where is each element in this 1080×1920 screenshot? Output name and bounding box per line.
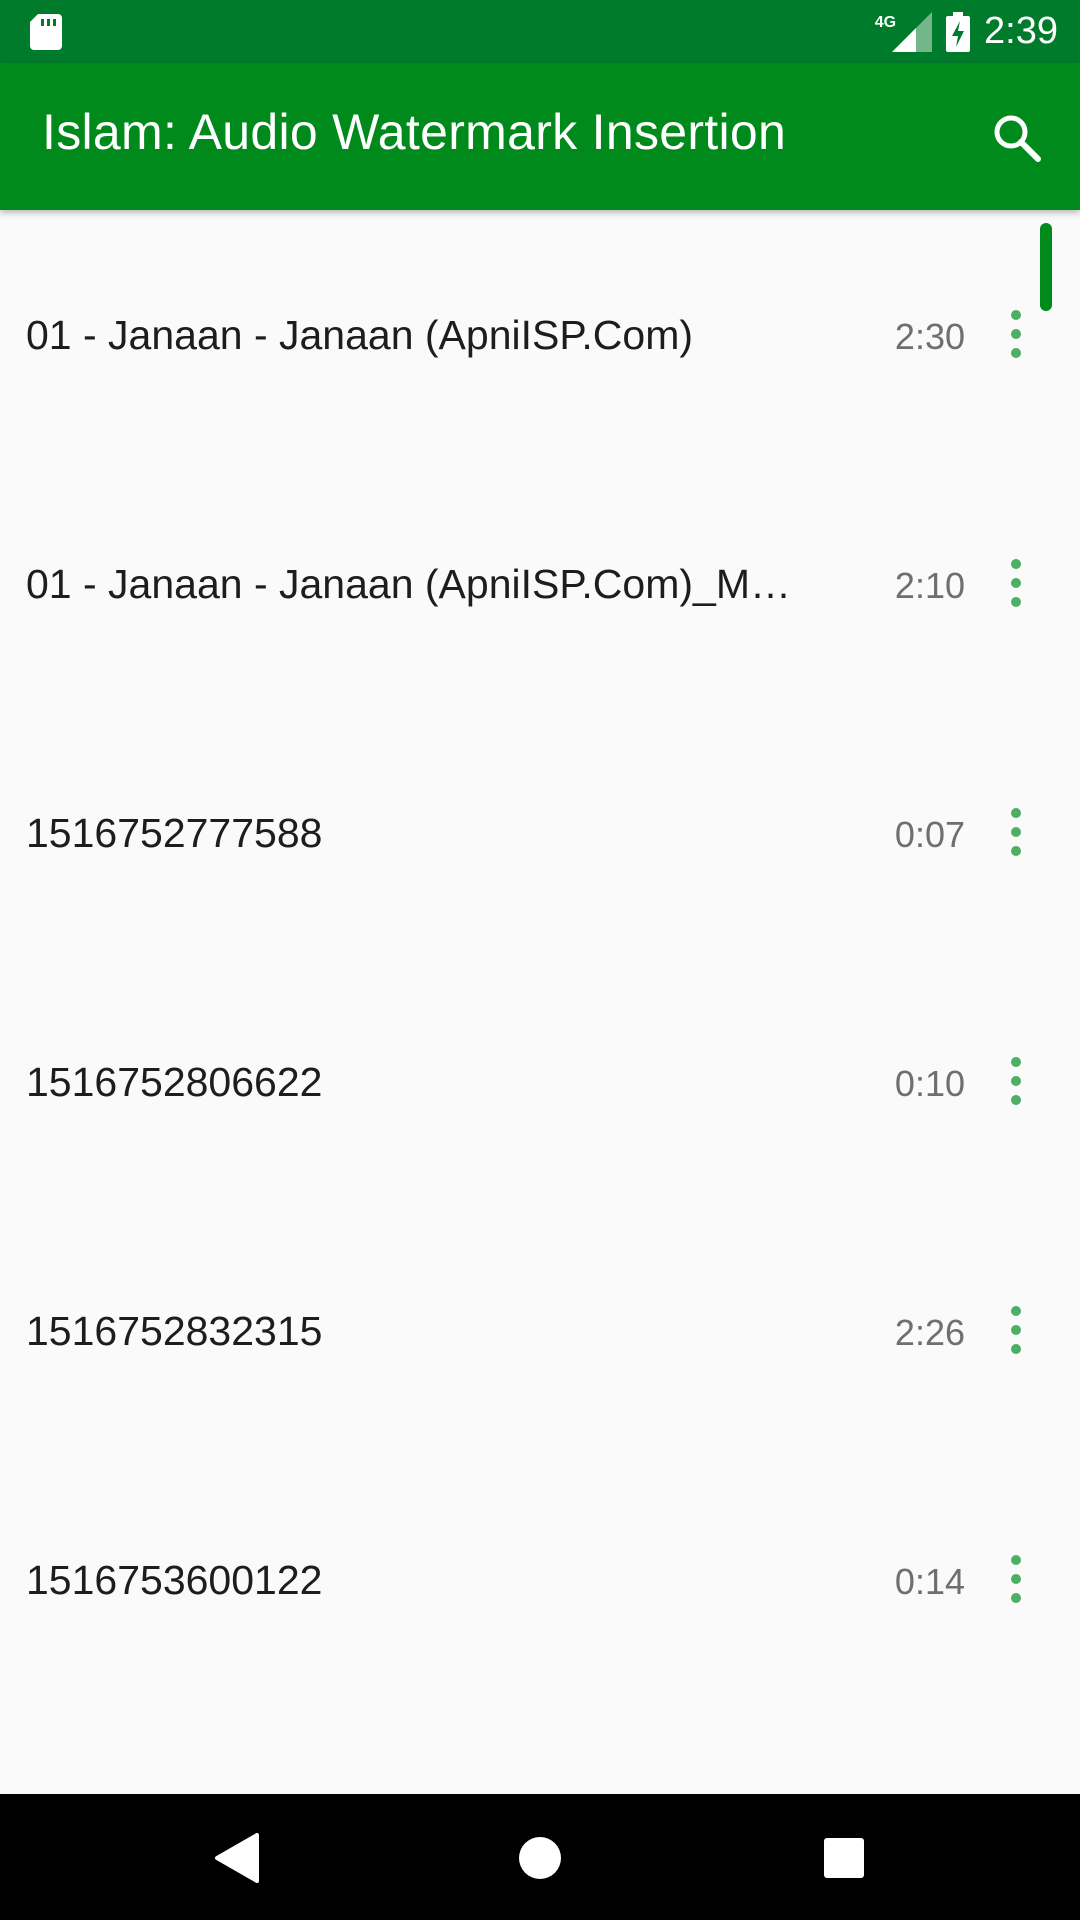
home-button[interactable] (504, 1822, 576, 1894)
back-button[interactable] (200, 1822, 272, 1894)
app-bar: Islam: Audio Watermark Insertion (0, 63, 1080, 210)
more-options-icon[interactable] (996, 553, 1036, 613)
track-duration: 0:10 (894, 1063, 965, 1104)
track-row[interactable]: 01 - Janaan - Janaan (ApniISP.Com) 2:30 (0, 210, 1080, 459)
track-duration: 0:14 (894, 1561, 965, 1602)
search-icon (994, 115, 1041, 162)
search-button[interactable] (982, 103, 1052, 173)
back-icon (215, 1833, 259, 1883)
signal-icon (892, 11, 933, 52)
more-options-icon[interactable] (996, 802, 1036, 862)
track-row[interactable]: 01 - Janaan - Janaan (ApniISP.Com)_Mar..… (0, 459, 1080, 708)
track-duration: 2:26 (894, 1312, 965, 1353)
more-options-icon[interactable] (996, 304, 1036, 364)
app-title: Islam: Audio Watermark Insertion (42, 104, 787, 160)
battery-charging-icon (946, 11, 971, 52)
track-title: 01 - Janaan - Janaan (ApniISP.Com) (26, 312, 694, 358)
track-title: 1516752777588 (26, 810, 323, 856)
track-title: 01 - Janaan - Janaan (ApniISP.Com)_Mar..… (26, 561, 796, 607)
track-duration: 2:10 (894, 565, 965, 606)
track-row[interactable]: 1516753600122 0:14 (0, 1455, 1080, 1704)
sd-card-icon (30, 14, 62, 50)
clock: 2:39 (984, 10, 1058, 52)
more-options-icon[interactable] (996, 1051, 1036, 1111)
status-bar: 4G 2:39 (0, 0, 1080, 63)
recents-icon (824, 1838, 864, 1878)
track-title: 1516752832315 (26, 1308, 323, 1354)
scrollbar-thumb[interactable] (1040, 223, 1052, 311)
recents-button[interactable] (808, 1822, 880, 1894)
more-options-icon[interactable] (996, 1300, 1036, 1360)
track-row[interactable]: 1516752832315 2:26 (0, 1206, 1080, 1455)
track-duration: 2:30 (894, 316, 965, 357)
track-list[interactable]: 01 - Janaan - Janaan (ApniISP.Com) 2:30 … (0, 210, 1080, 1794)
track-title: 1516753600122 (26, 1557, 323, 1603)
track-duration: 0:07 (894, 814, 965, 855)
track-row[interactable]: 1516752777588 0:07 (0, 708, 1080, 957)
track-title: 1516752806622 (26, 1059, 323, 1105)
more-options-icon[interactable] (996, 1549, 1036, 1609)
track-row[interactable]: 1516752806622 0:10 (0, 957, 1080, 1206)
navigation-bar (0, 1794, 1080, 1920)
network-type-label: 4G (874, 13, 897, 31)
home-icon (519, 1837, 561, 1879)
